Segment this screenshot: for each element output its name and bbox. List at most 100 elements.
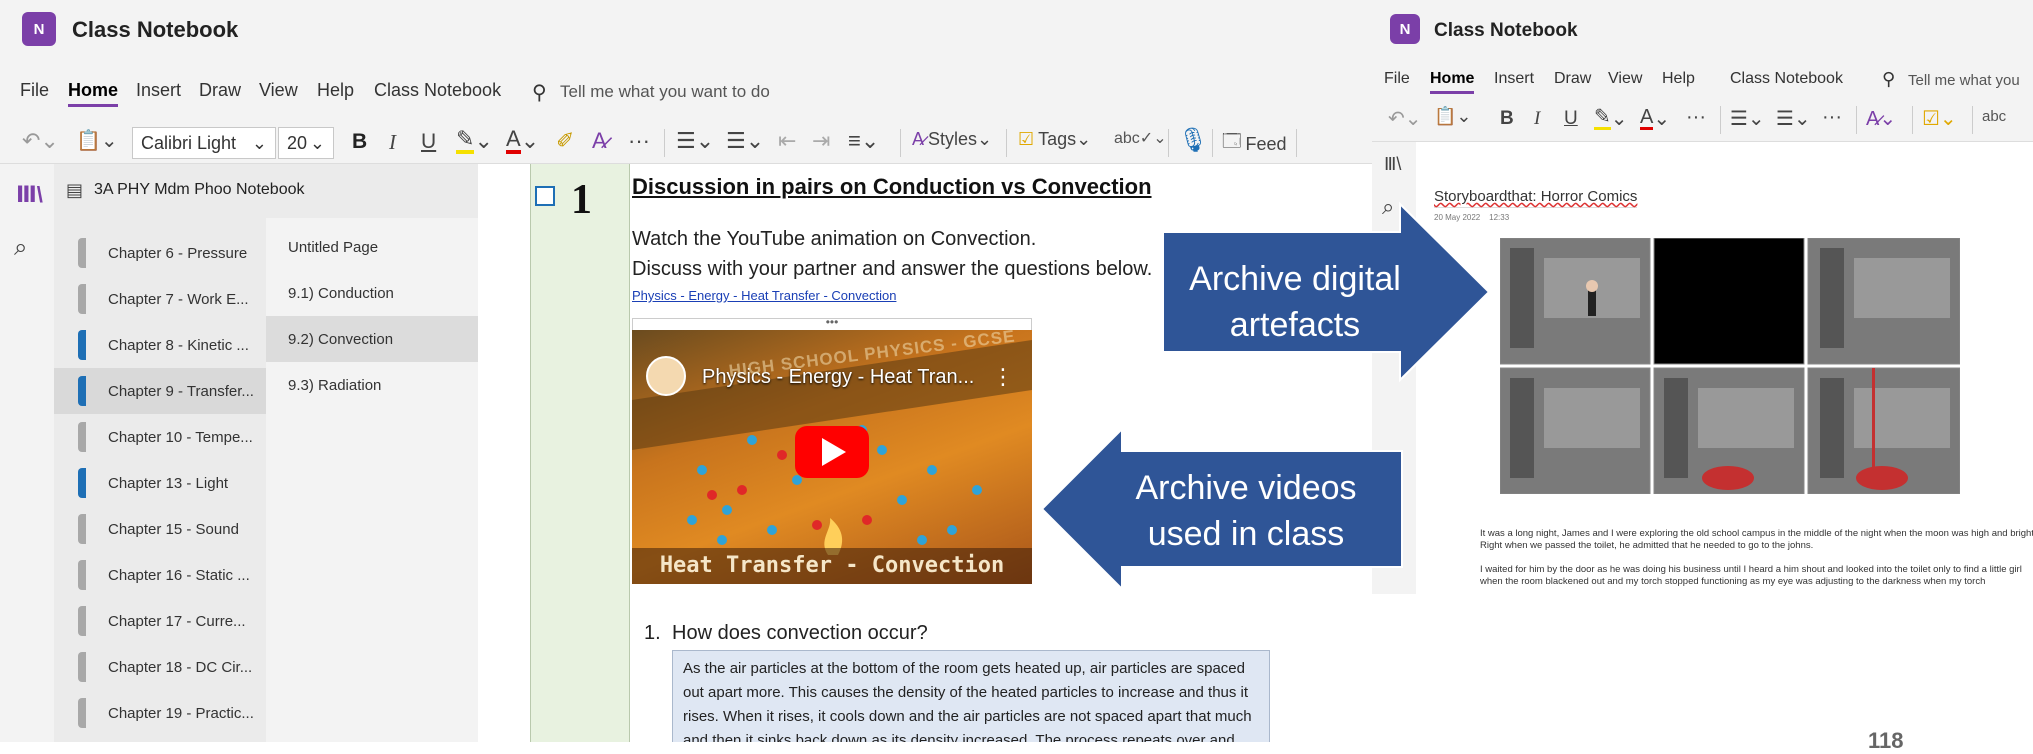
- channel-avatar[interactable]: [646, 356, 686, 396]
- more-button[interactable]: ···: [1686, 106, 1706, 129]
- archive-videos-label: Archive videos used in class: [1135, 469, 1357, 553]
- spelling-icon[interactable]: abc: [1982, 108, 2006, 125]
- paste-icon[interactable]: 📋⌄: [76, 128, 118, 153]
- italic-button[interactable]: I: [1534, 108, 1540, 130]
- section-tab-icon: [78, 422, 86, 452]
- section-item[interactable]: Chapter 18 - DC Cir...: [54, 644, 266, 690]
- outdent-icon[interactable]: ⇤: [778, 128, 796, 154]
- menu-view[interactable]: View: [1608, 70, 1642, 88]
- menu-draw[interactable]: Draw: [1554, 70, 1591, 88]
- tags-icon[interactable]: ☑⌄: [1922, 106, 1957, 131]
- app-title: Class Notebook: [72, 17, 239, 42]
- notebook-header[interactable]: ▤ 3A PHY Mdm Phoo Notebook: [54, 164, 478, 218]
- clear-format-icon[interactable]: ✐: [556, 128, 574, 154]
- menu-file[interactable]: File: [1384, 70, 1410, 88]
- indent-icon[interactable]: ⇥: [812, 128, 830, 154]
- more-button[interactable]: ···: [628, 128, 650, 154]
- undo-icon[interactable]: ↶⌄: [22, 128, 59, 154]
- numbering-icon[interactable]: ☰⌄: [1776, 106, 1811, 131]
- more-button-2[interactable]: ···: [1822, 106, 1842, 129]
- page-item[interactable]: 9.2) Convection: [266, 316, 478, 362]
- section-item[interactable]: Chapter 6 - Pressure: [54, 230, 266, 276]
- section-label: Chapter 7 - Work E...: [108, 290, 249, 308]
- video-caption: Heat Transfer - Convection: [632, 548, 1032, 584]
- kebab-menu-icon[interactable]: ⋮: [992, 364, 1014, 390]
- ribbon-toolbar-right: ↶⌄ 📋⌄ B I U ✎ ⌄ A ⌄ ··· ☰⌄ ☰⌄ ··· A̷⌄ ☑⌄ a…: [1372, 98, 2033, 142]
- format-painter-icon[interactable]: A̷: [592, 128, 607, 154]
- font-color-icon[interactable]: A ⌄: [506, 128, 539, 154]
- onenote-logo-icon: N: [22, 12, 56, 46]
- section-item[interactable]: Chapter 15 - Sound: [54, 506, 266, 552]
- menu-class-notebook[interactable]: Class Notebook: [374, 80, 501, 101]
- font-name-select[interactable]: Calibri Light ⌄: [132, 127, 276, 159]
- notebooks-icon[interactable]: Ⅲ\: [16, 182, 43, 208]
- divider: [1296, 129, 1297, 157]
- paste-icon[interactable]: 📋⌄: [1434, 106, 1472, 127]
- menu-insert[interactable]: Insert: [136, 80, 181, 101]
- divider: [1720, 106, 1721, 134]
- page-item[interactable]: 9.1) Conduction: [266, 270, 478, 316]
- styles-button[interactable]: A̷ Styles ⌄: [912, 129, 992, 150]
- highlighter-icon[interactable]: ✎ ⌄: [1594, 106, 1628, 131]
- font-color-icon[interactable]: A ⌄: [1640, 106, 1670, 131]
- menu-help[interactable]: Help: [1662, 70, 1695, 88]
- tell-me-search[interactable]: Tell me what you: [1908, 72, 2020, 89]
- section-item[interactable]: Chapter 9 - Transfer...: [54, 368, 266, 414]
- search-icon[interactable]: ⌕: [14, 234, 27, 262]
- bullets-icon[interactable]: ☰⌄: [676, 128, 714, 154]
- numbering-icon[interactable]: ☰⌄: [726, 128, 764, 154]
- menu-home[interactable]: Home: [1430, 70, 1475, 94]
- section-item[interactable]: Chapter 7 - Work E...: [54, 276, 266, 322]
- section-item[interactable]: Chapter 19 - Practic...: [54, 690, 266, 736]
- font-size-select[interactable]: 20 ⌄: [278, 127, 334, 159]
- tell-me-search[interactable]: Tell me what you want to do: [560, 82, 770, 102]
- video-link[interactable]: Physics - Energy - Heat Transfer - Conve…: [632, 288, 896, 303]
- menu-file[interactable]: File: [20, 80, 49, 101]
- menu-help[interactable]: Help: [317, 80, 354, 101]
- section-tab-icon: [78, 606, 86, 636]
- divider: [1972, 106, 1973, 134]
- answer-box[interactable]: As the air particles at the bottom of th…: [672, 650, 1270, 742]
- styles-icon: A̷: [912, 129, 925, 149]
- notebooks-icon[interactable]: Ⅲ\: [1384, 154, 1401, 175]
- feed-button[interactable]: 🗔 Feed: [1222, 129, 1287, 159]
- notebook-icon: ▤: [66, 180, 84, 200]
- page-item[interactable]: Untitled Page: [266, 224, 478, 270]
- todo-checkbox[interactable]: [535, 186, 555, 206]
- youtube-embed[interactable]: Physics - Energy - Heat Tran... ⋮ HIGH S…: [632, 330, 1032, 584]
- underline-button[interactable]: U: [421, 130, 436, 154]
- section-item[interactable]: Chapter 10 - Tempe...: [54, 414, 266, 460]
- highlighter-icon[interactable]: ✎ ⌄: [456, 128, 493, 154]
- page-item[interactable]: 9.3) Radiation: [266, 362, 478, 408]
- dictate-mic-icon[interactable]: 🎙: [1178, 126, 1208, 155]
- italic-button[interactable]: I: [389, 130, 396, 155]
- chevron-down-icon: ⌄: [309, 132, 325, 153]
- page-heading: Discussion in pairs on Conduction vs Con…: [632, 174, 1152, 199]
- question-text: How does convection occur?: [672, 622, 928, 644]
- undo-icon[interactable]: ↶⌄: [1388, 106, 1422, 131]
- menu-view[interactable]: View: [259, 80, 298, 101]
- bold-button[interactable]: B: [352, 130, 367, 154]
- spelling-icon[interactable]: abc✓⌄: [1114, 128, 1167, 148]
- bullets-icon[interactable]: ☰⌄: [1730, 106, 1765, 131]
- styles-icon[interactable]: A̷⌄: [1866, 106, 1896, 131]
- section-item[interactable]: Chapter 17 - Curre...: [54, 598, 266, 644]
- section-item[interactable]: Chapter 8 - Kinetic ...: [54, 322, 266, 368]
- align-icon[interactable]: ≡⌄: [848, 128, 879, 154]
- instruction-line-2: Discuss with your partner and answer the…: [632, 258, 1153, 280]
- tags-button[interactable]: ☑ Tags ⌄: [1018, 129, 1091, 150]
- bold-button[interactable]: B: [1500, 108, 1514, 130]
- comic-storyboard[interactable]: [1499, 237, 1961, 495]
- section-label: Chapter 15 - Sound: [108, 520, 239, 538]
- menu-insert[interactable]: Insert: [1494, 70, 1534, 88]
- divider: [1212, 129, 1213, 157]
- section-label: Chapter 17 - Curre...: [108, 612, 246, 630]
- menu-class-notebook[interactable]: Class Notebook: [1730, 70, 1843, 88]
- underline-button[interactable]: U: [1564, 108, 1578, 130]
- menu-home[interactable]: Home: [68, 80, 119, 107]
- story-paragraph-1: It was a long night, James and I were ex…: [1480, 528, 2033, 551]
- section-item[interactable]: Chapter 16 - Static ...: [54, 552, 266, 598]
- section-item[interactable]: Chapter 13 - Light: [54, 460, 266, 506]
- embed-handle[interactable]: •••: [632, 316, 1032, 330]
- menu-draw[interactable]: Draw: [199, 80, 241, 101]
